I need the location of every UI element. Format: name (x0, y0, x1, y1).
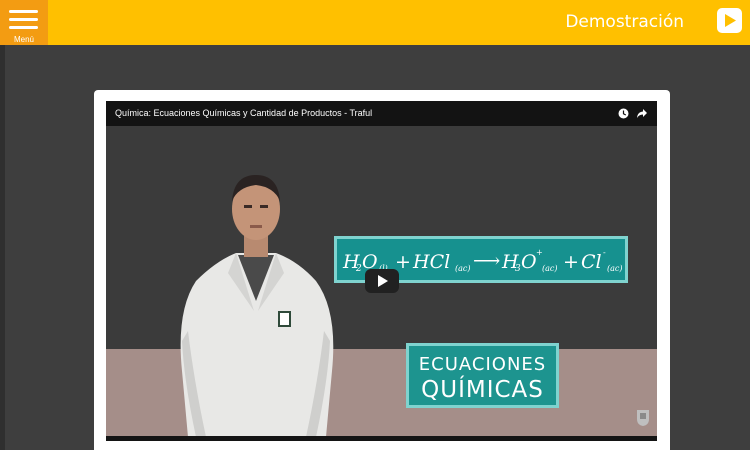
next-button[interactable] (717, 8, 742, 33)
presenter-figure (180, 175, 334, 437)
play-icon (378, 275, 388, 287)
top-bar: Menú Demostración (0, 0, 750, 45)
eq-o3-sup: + (536, 248, 543, 257)
watermark-logo (637, 410, 649, 426)
eq-o3: O (521, 251, 537, 273)
play-button[interactable] (365, 269, 399, 293)
video-title[interactable]: Química: Ecuaciones Químicas y Cantidad … (115, 108, 372, 118)
hamburger-icon (9, 10, 38, 30)
menu-label: Menú (13, 35, 34, 44)
page-title: Demostración (565, 12, 684, 32)
eq-cl-sub: (ac) (607, 264, 623, 273)
eq-cl-sup: - (603, 248, 606, 257)
left-edge (0, 45, 5, 450)
eq-cl: Cl (581, 251, 602, 273)
eq-plus-2: + (563, 251, 579, 273)
eq-arrow: ⟶ (473, 250, 501, 272)
video-header: Química: Ecuaciones Químicas y Cantidad … (106, 101, 657, 126)
eq-plus-1: + (395, 251, 411, 273)
share-icon[interactable] (636, 108, 648, 119)
eq-hcl-sub: (ac) (455, 264, 471, 273)
clock-icon[interactable] (618, 108, 629, 119)
video-player[interactable]: H 2 O (l) + HCl (ac) ⟶ H 3 O + (ac) + Cl… (106, 101, 657, 441)
eq-h-sub: 2 (356, 264, 362, 274)
eq-h3-sub: 3 (515, 264, 521, 274)
video-bottom-bar (106, 436, 657, 441)
topic-line-1: ECUACIONES (418, 354, 547, 375)
topic-sign: ECUACIONES QUÍMICAS (406, 343, 559, 408)
topic-line-2: QUÍMICAS (421, 377, 544, 403)
menu-button[interactable]: Menú (0, 0, 48, 45)
eq-hcl: HCl (413, 251, 451, 273)
eq-o3-sub: (ac) (542, 264, 558, 273)
play-arrow-icon (725, 14, 736, 27)
